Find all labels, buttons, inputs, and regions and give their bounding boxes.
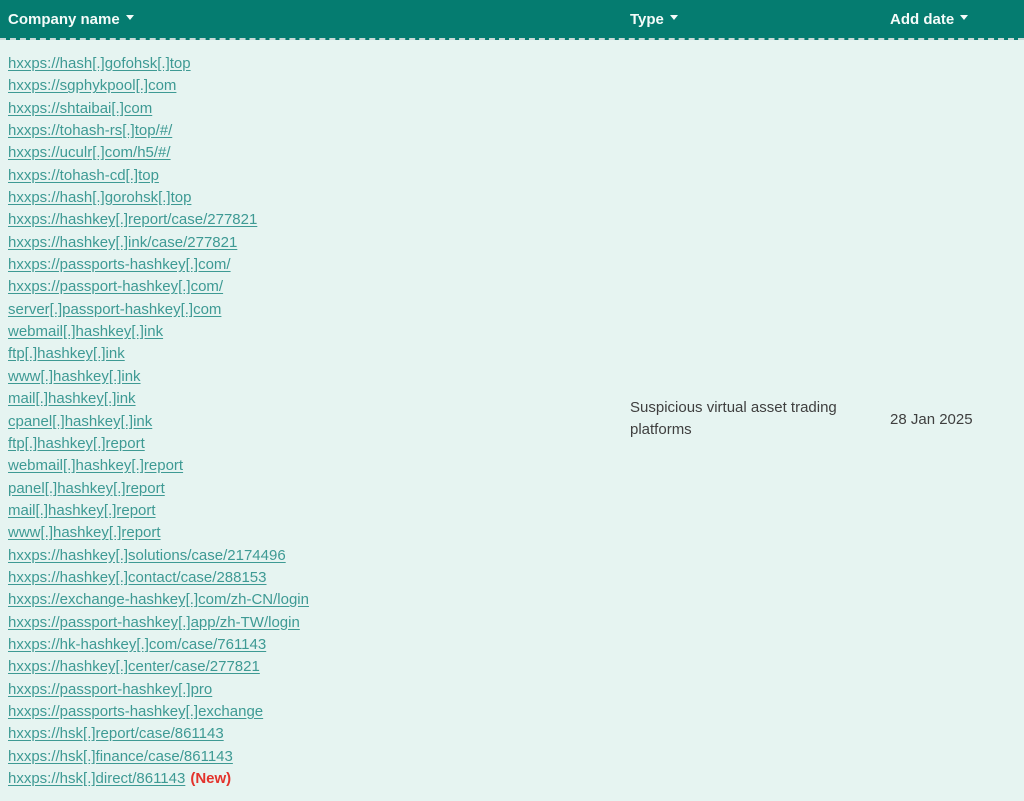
url-link[interactable]: hxxps://passport-hashkey[.]pro — [8, 681, 212, 698]
list-item: ftp[.]hashkey[.]report — [8, 433, 630, 455]
list-item: hxxps://passport-hashkey[.]app/zh-TW/log… — [8, 612, 630, 634]
list-item: hxxps://hk-hashkey[.]com/case/761143 — [8, 634, 630, 656]
list-item: webmail[.]hashkey[.]ink — [8, 321, 630, 343]
url-link[interactable]: hxxps://hashkey[.]center/case/277821 — [8, 658, 260, 675]
url-link[interactable]: hxxps://hsk[.]report/case/861143 — [8, 725, 224, 742]
list-item: hxxps://passport-hashkey[.]com/ — [8, 276, 630, 298]
url-link[interactable]: cpanel[.]hashkey[.]ink — [8, 413, 152, 430]
list-item: hxxps://exchange-hashkey[.]com/zh-CN/log… — [8, 589, 630, 611]
url-link[interactable]: hxxps://passports-hashkey[.]exchange — [8, 703, 263, 720]
url-link[interactable]: ftp[.]hashkey[.]report — [8, 435, 145, 452]
column-header-label: Add date — [890, 11, 954, 28]
url-link[interactable]: www[.]hashkey[.]report — [8, 524, 161, 541]
caret-down-icon — [670, 15, 678, 20]
url-link[interactable]: hxxps://hash[.]gofohsk[.]top — [8, 55, 191, 72]
list-item: panel[.]hashkey[.]report — [8, 478, 630, 500]
list-item: cpanel[.]hashkey[.]ink — [8, 411, 630, 433]
list-item: hxxps://hsk[.]finance/case/861143 — [8, 746, 630, 768]
type-cell: Suspicious virtual asset trading platfor… — [630, 40, 890, 798]
list-item: ftp[.]hashkey[.]ink — [8, 343, 630, 365]
list-item: hxxps://tohash-cd[.]top — [8, 165, 630, 187]
list-item: webmail[.]hashkey[.]report — [8, 455, 630, 477]
column-header-label: Type — [630, 11, 664, 28]
url-link[interactable]: ftp[.]hashkey[.]ink — [8, 345, 125, 362]
caret-down-icon — [126, 15, 134, 20]
list-item: hxxps://hash[.]gorohsk[.]top — [8, 187, 630, 209]
url-link[interactable]: hxxps://passport-hashkey[.]com/ — [8, 278, 223, 295]
url-link[interactable]: hxxps://tohash-cd[.]top — [8, 167, 159, 184]
list-item: hxxps://hsk[.]report/case/861143 — [8, 723, 630, 745]
url-link[interactable]: hxxps://hashkey[.]report/case/277821 — [8, 211, 257, 228]
list-item: server[.]passport-hashkey[.]com — [8, 299, 630, 321]
add-date-cell: 28 Jan 2025 — [890, 40, 1024, 798]
column-header-label: Company name — [8, 11, 120, 28]
url-link[interactable]: hxxps://passport-hashkey[.]app/zh-TW/log… — [8, 614, 300, 631]
list-item: hxxps://shtaibai[.]com — [8, 98, 630, 120]
url-link[interactable]: mail[.]hashkey[.]report — [8, 502, 156, 519]
type-value: Suspicious virtual asset trading platfor… — [630, 397, 842, 441]
url-link[interactable]: mail[.]hashkey[.]ink — [8, 390, 136, 407]
list-item: hxxps://uculr[.]com/h5/#/ — [8, 142, 630, 164]
column-header-company-name[interactable]: Company name — [0, 11, 630, 28]
list-item: hxxps://sgphykpool[.]com — [8, 75, 630, 97]
caret-down-icon — [960, 15, 968, 20]
list-item: hxxps://hashkey[.]center/case/277821 — [8, 656, 630, 678]
url-link[interactable]: hxxps://hashkey[.]ink/case/277821 — [8, 234, 237, 251]
list-item: hxxps://hashkey[.]report/case/277821 — [8, 209, 630, 231]
url-link[interactable]: hxxps://hashkey[.]solutions/case/2174496 — [8, 547, 286, 564]
url-link[interactable]: hxxps://hsk[.]finance/case/861143 — [8, 748, 233, 765]
table-row: hxxps://hash[.]gofohsk[.]top hxxps://sgp… — [0, 40, 1024, 798]
list-item: hxxps://passports-hashkey[.]com/ — [8, 254, 630, 276]
add-date-value: 28 Jan 2025 — [890, 411, 973, 428]
column-header-type[interactable]: Type — [630, 11, 890, 28]
list-item: www[.]hashkey[.]ink — [8, 366, 630, 388]
list-item: mail[.]hashkey[.]ink — [8, 388, 630, 410]
table-header: Company name Type Add date — [0, 0, 1024, 40]
url-link[interactable]: hxxps://shtaibai[.]com — [8, 100, 152, 117]
url-link[interactable]: panel[.]hashkey[.]report — [8, 480, 165, 497]
list-item: hxxps://hashkey[.]solutions/case/2174496 — [8, 545, 630, 567]
url-link[interactable]: webmail[.]hashkey[.]report — [8, 457, 183, 474]
blocked-domains-table: Company name Type Add date hxxps://hash[… — [0, 0, 1024, 798]
url-link[interactable]: hxxps://uculr[.]com/h5/#/ — [8, 144, 171, 161]
url-link[interactable]: hxxps://tohash-rs[.]top/#/ — [8, 122, 172, 139]
url-link[interactable]: hxxps://sgphykpool[.]com — [8, 77, 176, 94]
url-link[interactable]: webmail[.]hashkey[.]ink — [8, 323, 163, 340]
list-item: mail[.]hashkey[.]report — [8, 500, 630, 522]
list-item: hxxps://hashkey[.]contact/case/288153 — [8, 567, 630, 589]
list-item: hxxps://hsk[.]direct/861143 (New) — [8, 768, 630, 790]
url-link[interactable]: www[.]hashkey[.]ink — [8, 368, 141, 385]
url-link[interactable]: server[.]passport-hashkey[.]com — [8, 301, 221, 318]
list-item: hxxps://passport-hashkey[.]pro — [8, 679, 630, 701]
url-link[interactable]: hxxps://exchange-hashkey[.]com/zh-CN/log… — [8, 591, 309, 608]
url-link[interactable]: hxxps://hsk[.]direct/861143 — [8, 770, 185, 787]
list-item: hxxps://passports-hashkey[.]exchange — [8, 701, 630, 723]
list-item: hxxps://hash[.]gofohsk[.]top — [8, 53, 630, 75]
list-item: www[.]hashkey[.]report — [8, 522, 630, 544]
column-header-add-date[interactable]: Add date — [890, 11, 1024, 28]
list-item: hxxps://tohash-rs[.]top/#/ — [8, 120, 630, 142]
new-badge: (New) — [190, 770, 231, 787]
list-item: hxxps://hashkey[.]ink/case/277821 — [8, 232, 630, 254]
url-link[interactable]: hxxps://hash[.]gorohsk[.]top — [8, 189, 191, 206]
url-link[interactable]: hxxps://hk-hashkey[.]com/case/761143 — [8, 636, 266, 653]
url-link[interactable]: hxxps://passports-hashkey[.]com/ — [8, 256, 231, 273]
url-link[interactable]: hxxps://hashkey[.]contact/case/288153 — [8, 569, 267, 586]
company-links-cell: hxxps://hash[.]gofohsk[.]top hxxps://sgp… — [0, 40, 630, 798]
